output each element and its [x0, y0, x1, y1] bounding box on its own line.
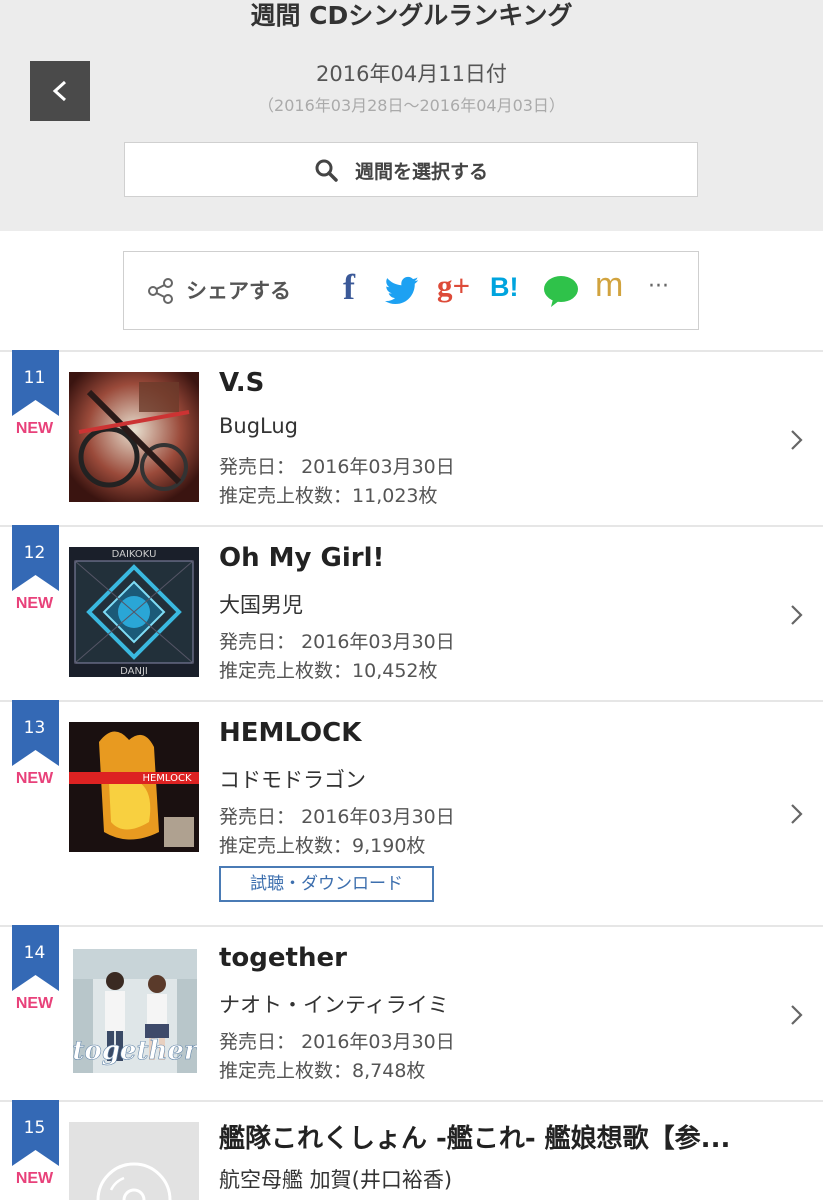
estimated-sales: 推定売上枚数：11,023枚: [219, 485, 438, 507]
ranking-row[interactable]: 12 NEW DAIKOKU DANJI Oh My Girl! 大国男児 発売…: [0, 525, 823, 700]
rank-number: 11: [23, 368, 46, 388]
album-jacket: together: [73, 949, 197, 1073]
share-label: シェアする: [186, 279, 291, 303]
mixi-icon[interactable]: m: [595, 266, 623, 305]
song-title[interactable]: HEMLOCK: [219, 718, 361, 748]
release-date: 発売日： 2016年03月30日: [219, 1031, 455, 1053]
chevron-right-icon[interactable]: [786, 800, 806, 828]
line-icon[interactable]: [543, 274, 579, 308]
svg-text:DANJI: DANJI: [120, 666, 148, 677]
chevron-right-icon[interactable]: [786, 601, 806, 629]
page-header: 週間 CDシングルランキング 2016年04月11日付 （2016年03月28日…: [0, 0, 823, 231]
ranking-row[interactable]: 13 NEW HEMLOCK HEMLOCK コドモドラゴン 発売日： 2016…: [0, 700, 823, 925]
twitter-icon[interactable]: [385, 276, 419, 306]
artist-name: コドモドラゴン: [219, 768, 366, 792]
more-icon[interactable]: ···: [648, 274, 669, 299]
select-week-button[interactable]: 週間を選択する: [124, 142, 698, 197]
artist-name: BugLug: [219, 414, 299, 438]
cd-placeholder-icon: [69, 1122, 199, 1200]
song-title[interactable]: Oh My Girl!: [219, 543, 384, 573]
hatena-bookmark-icon[interactable]: B!: [490, 272, 519, 303]
svg-text:HEMLOCK: HEMLOCK: [142, 773, 192, 784]
estimated-sales: 推定売上枚数：10,452枚: [219, 660, 438, 682]
rank-number: 12: [23, 543, 46, 563]
release-date: 発売日： 2016年03月30日: [219, 456, 455, 478]
song-title[interactable]: 艦隊これくしょん -艦これ- 艦娘想歌【参...: [219, 1118, 779, 1155]
chart-period: （2016年03月28日〜2016年04月03日）: [258, 96, 565, 115]
release-date: 発売日： 2016年03月30日: [219, 631, 455, 653]
estimated-sales: 推定売上枚数：8,748枚: [219, 1060, 426, 1082]
estimated-sales: 推定売上枚数：9,190枚: [219, 835, 426, 857]
rank-number: 14: [23, 943, 46, 963]
song-title[interactable]: together: [219, 943, 347, 973]
svg-text:DAIKOKU: DAIKOKU: [112, 549, 157, 560]
page-title: 週間 CDシングルランキング: [250, 1, 573, 30]
search-icon: [315, 159, 338, 182]
new-badge: NEW: [15, 420, 54, 437]
artist-name: ナオト・インティライミ: [219, 993, 449, 1017]
ranking-row[interactable]: 15 NEW 艦隊これくしょん -艦これ- 艦娘想歌【参... 航空母艦 加賀(…: [0, 1100, 823, 1200]
share-icon: [148, 278, 173, 304]
select-week-label: 週間を選択する: [355, 161, 489, 183]
rank-number: 13: [23, 718, 46, 738]
album-jacket: [69, 372, 199, 502]
google-plus-icon[interactable]: g+: [437, 268, 470, 304]
new-badge: NEW: [15, 1170, 54, 1187]
chevron-right-icon[interactable]: [786, 1001, 806, 1029]
album-jacket: DAIKOKU DANJI: [69, 547, 199, 677]
facebook-icon[interactable]: f: [343, 266, 355, 308]
chart-date: 2016年04月11日付: [316, 62, 507, 86]
ranking-row[interactable]: 11 NEW V.S BugLug 発売日： 2016年03月30日 推定売上枚…: [0, 350, 823, 525]
svg-text:together: together: [73, 1036, 197, 1066]
new-badge: NEW: [15, 995, 54, 1012]
release-date: 発売日： 2016年03月30日: [219, 806, 455, 828]
artist-name: 航空母艦 加賀(井口裕香): [219, 1168, 453, 1192]
artist-name: 大国男児: [219, 593, 303, 617]
ranking-row[interactable]: 14 NEW together together ナオト・インティライミ 発売日…: [0, 925, 823, 1100]
new-badge: NEW: [15, 595, 54, 612]
song-title[interactable]: V.S: [219, 368, 264, 398]
chevron-right-icon[interactable]: [786, 426, 806, 454]
new-badge: NEW: [15, 770, 54, 787]
rank-number: 15: [23, 1118, 46, 1138]
listen-download-button[interactable]: 試聴・ダウンロード: [219, 866, 434, 902]
album-jacket: HEMLOCK: [69, 722, 199, 852]
share-bar: シェアする f g+ B! m ···: [123, 251, 699, 330]
